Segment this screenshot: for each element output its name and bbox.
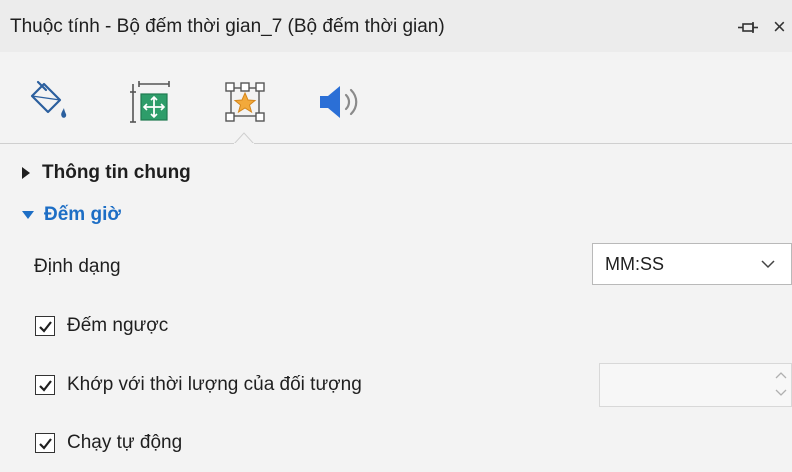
- autorun-label: Chạy tự động: [67, 432, 183, 453]
- active-tab-pointer: [234, 132, 254, 144]
- countdown-label: Đếm ngược: [67, 315, 169, 336]
- title-bar: Thuộc tính - Bộ đếm thời gian_7 (Bộ đếm …: [0, 0, 792, 52]
- paint-bucket-icon[interactable]: [24, 78, 72, 126]
- section-counter-label: Đếm giờ: [44, 204, 121, 225]
- section-counter-header[interactable]: Đếm giờ: [22, 204, 121, 226]
- countdown-option[interactable]: Đếm ngược: [35, 315, 168, 337]
- close-icon[interactable]: ×: [773, 16, 786, 38]
- star-effects-icon[interactable]: [221, 78, 269, 126]
- section-general-header[interactable]: Thông tin chung: [22, 162, 191, 184]
- section-general-label: Thông tin chung: [42, 162, 191, 183]
- tab-toolbar: [0, 52, 792, 144]
- check-icon: [39, 380, 52, 392]
- fit-duration-checkbox[interactable]: [35, 375, 55, 395]
- countdown-checkbox[interactable]: [35, 316, 55, 336]
- fit-duration-label: Khớp với thời lượng của đối tượng: [67, 374, 362, 395]
- autorun-option[interactable]: Chạy tự động: [35, 432, 182, 454]
- check-icon: [39, 321, 52, 333]
- format-select[interactable]: MM:SS: [592, 243, 792, 285]
- size-position-icon[interactable]: [127, 78, 175, 126]
- properties-content: Thông tin chung Đếm giờ Định dạng MM:SS …: [0, 144, 792, 472]
- properties-panel: Thuộc tính - Bộ đếm thời gian_7 (Bộ đếm …: [0, 0, 792, 472]
- spin-down-icon[interactable]: [775, 389, 787, 397]
- fit-duration-option[interactable]: Khớp với thời lượng của đối tượng: [35, 374, 362, 396]
- speaker-sound-icon[interactable]: [316, 78, 364, 126]
- chevron-down-icon: [761, 260, 775, 269]
- duration-spinner-input[interactable]: [599, 363, 792, 407]
- collapse-arrow-icon: [22, 211, 34, 219]
- check-icon: [39, 438, 52, 450]
- format-select-value: MM:SS: [605, 253, 665, 274]
- expand-arrow-icon: [22, 167, 30, 179]
- window-title: Thuộc tính - Bộ đếm thời gian_7 (Bộ đếm …: [10, 16, 445, 37]
- format-label: Định dạng: [34, 256, 121, 277]
- autorun-checkbox[interactable]: [35, 433, 55, 453]
- pin-icon[interactable]: [737, 20, 759, 36]
- spin-up-icon[interactable]: [775, 371, 787, 379]
